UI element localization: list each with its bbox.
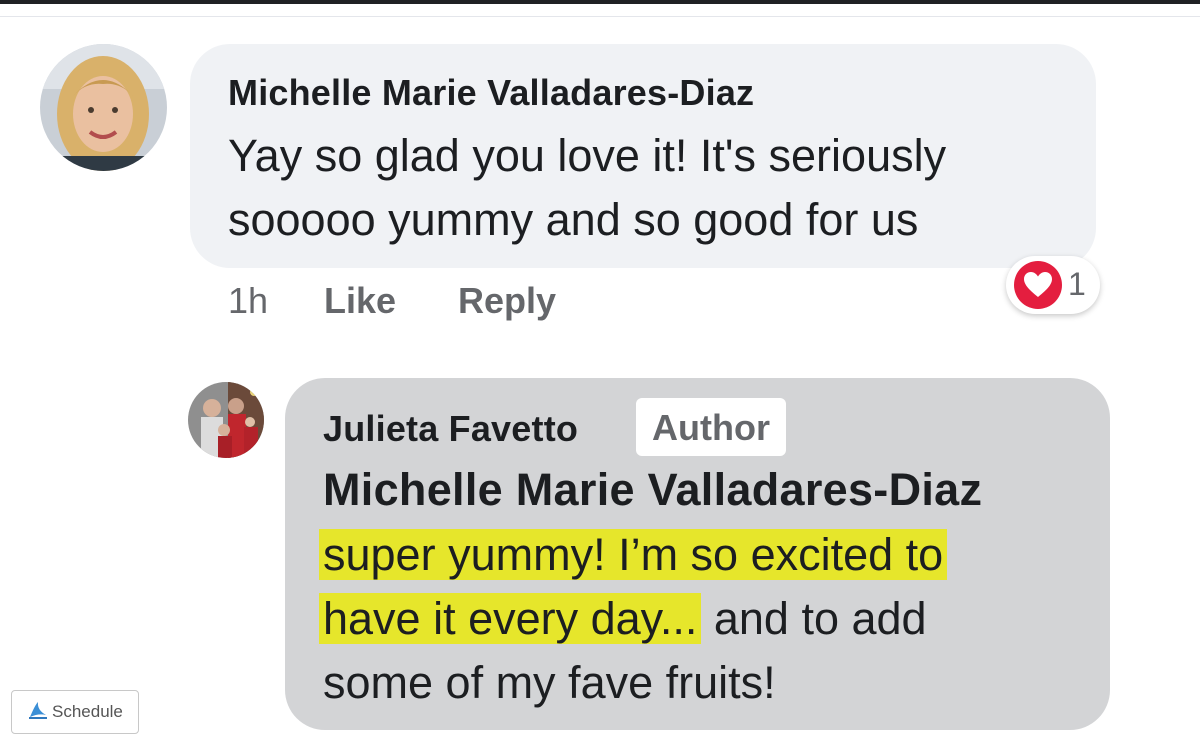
reaction-count: 1 xyxy=(1068,266,1086,302)
schedule-logo-icon xyxy=(28,701,48,724)
heart-icon xyxy=(1014,261,1062,309)
reply-text-continuation: and to add xyxy=(701,593,927,644)
author-badge: Author xyxy=(636,398,786,456)
reaction-summary[interactable]: 1 xyxy=(1006,256,1100,314)
comment-text-line-2: sooooo yummy and so good for us xyxy=(228,194,919,245)
comment-timestamp[interactable]: 1h xyxy=(228,280,268,322)
mentioned-user[interactable]: Michelle Marie Valladares-Diaz xyxy=(323,464,982,516)
reply-author-name[interactable]: Julieta Favetto xyxy=(323,408,578,450)
like-button[interactable]: Like xyxy=(324,280,396,322)
schedule-label: Schedule xyxy=(52,702,123,721)
comment-author-name[interactable]: Michelle Marie Valladares-Diaz xyxy=(228,72,754,114)
top-border xyxy=(0,0,1200,4)
reply-text-line-1: super yummy! I’m so excited to xyxy=(319,523,948,587)
highlighted-text: have it every day... xyxy=(319,593,702,644)
highlighted-text: super yummy! I’m so excited to xyxy=(319,529,948,580)
commenter-avatar[interactable] xyxy=(40,44,167,171)
reply-text-line-3: some of my fave fruits! xyxy=(323,657,776,708)
reply-button[interactable]: Reply xyxy=(458,280,556,322)
reply-text-line-2: have it every day... and to add xyxy=(319,587,927,651)
schedule-button[interactable]: Schedule xyxy=(11,690,139,734)
replier-avatar[interactable] xyxy=(188,382,264,458)
top-divider xyxy=(0,16,1200,17)
replier-photo xyxy=(188,382,264,458)
comment-text-line-1: Yay so glad you love it! It's seriously xyxy=(228,130,947,181)
commenter-photo xyxy=(40,44,167,171)
